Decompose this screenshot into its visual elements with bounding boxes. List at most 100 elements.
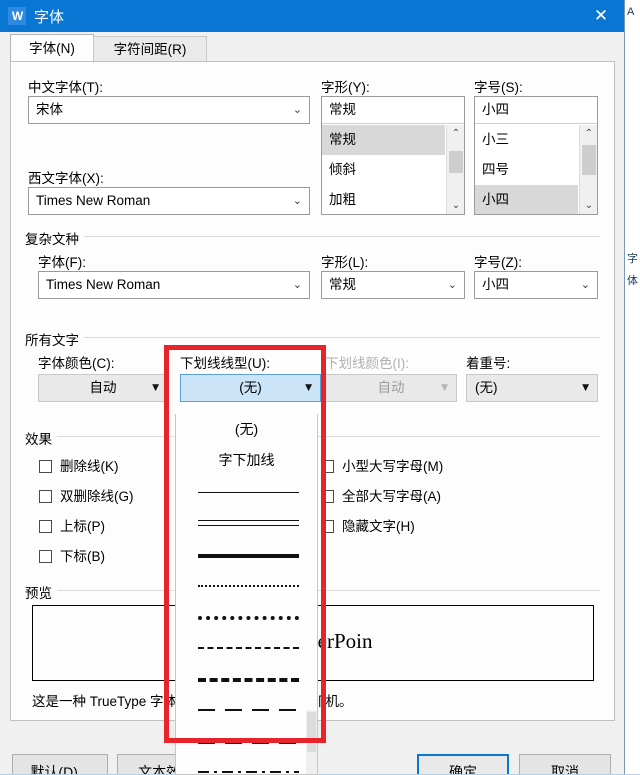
line-sample-thick-icon [198, 553, 299, 558]
complex-font-combo[interactable]: Times New Roman ⌄ [38, 271, 310, 299]
complex-style-value: 常规 [329, 277, 356, 292]
chevron-down-icon: ⌄ [292, 103, 302, 116]
bg-glyph: 字 [627, 253, 638, 265]
emphasis-mark-label: 着重号: [466, 356, 511, 371]
font-style-option[interactable]: 倾斜 [322, 155, 445, 185]
checkbox-hidden-text[interactable]: 隐藏文字(H) [321, 515, 415, 535]
close-icon[interactable]: ✕ [578, 0, 624, 32]
checkbox-icon[interactable] [321, 460, 334, 473]
font-color-value: 自动 [89, 380, 117, 395]
ok-button[interactable]: 确定 [417, 754, 509, 774]
complex-script-group-title: 复杂文种 [25, 228, 84, 248]
checkbox-label: 删除线(K) [60, 459, 119, 474]
underline-option-double[interactable] [176, 507, 317, 538]
checkbox-strikethrough[interactable]: 删除线(K) [39, 455, 119, 475]
font-size-scrollbar[interactable]: ⌃ ⌄ [579, 125, 597, 214]
checkbox-icon[interactable] [39, 520, 52, 533]
underline-option-dash-fine[interactable] [176, 631, 317, 662]
group-divider [25, 337, 600, 338]
font-size-option[interactable]: 小四 [475, 185, 578, 214]
underline-option-single[interactable] [176, 476, 317, 507]
checkbox-icon[interactable] [39, 490, 52, 503]
underline-option-none[interactable]: (无) [176, 414, 317, 445]
all-text-group-title: 所有文字 [25, 329, 84, 349]
font-size-option[interactable]: 四号 [475, 155, 578, 185]
checkbox-icon[interactable] [321, 490, 334, 503]
tab-font[interactable]: 字体(N) [10, 34, 94, 63]
checkbox-icon[interactable] [39, 550, 52, 563]
line-sample-longdash-thick-icon [198, 739, 299, 744]
chevron-down-icon: ⌄ [292, 278, 302, 291]
line-sample-dash-thick-icon [198, 677, 299, 682]
underline-option-dashdot-fine[interactable] [176, 755, 317, 774]
underline-option-dotted-thick[interactable] [176, 600, 317, 631]
tab-strip: 字体(N) 字符间距(R) [0, 32, 624, 63]
checkbox-small-caps[interactable]: 小型大写字母(M) [321, 455, 443, 475]
underline-style-dropdown-list[interactable]: (无) 字下加线 [175, 414, 318, 775]
line-sample-dotted-fine-icon [198, 584, 299, 587]
underline-style-combo[interactable]: (无) ▼ [180, 374, 321, 402]
checkbox-superscript[interactable]: 上标(P) [39, 515, 105, 535]
line-sample-longdash-fine-icon [198, 708, 299, 711]
line-sample-double-icon [198, 519, 299, 526]
font-size-value[interactable]: 小四 [475, 97, 597, 124]
font-size-listbox[interactable]: 小四 小三 四号 小四 ⌃ ⌄ [474, 96, 598, 215]
title-bar: W 字体 ✕ [0, 0, 624, 32]
complex-style-combo[interactable]: 常规 ⌄ [321, 271, 465, 299]
preview-group-title: 预览 [25, 582, 57, 602]
bg-glyph: A [627, 6, 635, 18]
font-style-label: 字形(Y): [321, 80, 370, 95]
scrollbar-thumb[interactable] [582, 145, 596, 175]
underline-option-label: (无) [234, 421, 259, 437]
font-size-option[interactable]: 小三 [475, 125, 578, 155]
scrollbar-thumb[interactable] [307, 712, 316, 752]
checkbox-double-strikethrough[interactable]: 双删除线(G) [39, 485, 134, 505]
scrollbar-thumb[interactable] [449, 151, 463, 173]
checkbox-subscript[interactable]: 下标(B) [39, 545, 105, 565]
font-style-value[interactable]: 常规 [322, 97, 464, 124]
effects-group-title: 效果 [25, 428, 57, 448]
underline-option-longdash-thick[interactable] [176, 724, 317, 755]
font-style-option[interactable]: 常规 [322, 125, 445, 155]
underline-option-words-only[interactable]: 字下加线 [176, 445, 317, 476]
complex-size-value: 小四 [482, 277, 509, 292]
tab-character-spacing-label: 字符间距(R) [113, 42, 187, 57]
line-sample-single-icon [198, 491, 299, 493]
western-font-value: Times New Roman [36, 193, 151, 208]
font-style-scrollbar[interactable]: ⌃ ⌄ [446, 125, 464, 214]
checkbox-icon[interactable] [321, 520, 334, 533]
triangle-down-icon: ▼ [582, 383, 589, 393]
chinese-font-combo[interactable]: 宋体 ⌄ [28, 96, 310, 124]
scroll-up-icon[interactable]: ⌃ [580, 125, 598, 142]
scroll-down-icon[interactable]: ⌄ [580, 197, 598, 214]
background-document-strip: A 字 体 [624, 0, 640, 774]
defaults-button[interactable]: 默认(D)... [12, 754, 108, 774]
underline-color-value: 自动 [377, 380, 405, 395]
underline-option-thick[interactable] [176, 538, 317, 569]
chevron-down-icon: ⌄ [292, 194, 302, 207]
underline-color-combo: 自动 ▼ [325, 374, 457, 402]
underline-option-dotted-fine[interactable] [176, 569, 317, 600]
underline-option-dash-thick[interactable] [176, 662, 317, 693]
font-style-option[interactable]: 加粗 [322, 185, 445, 214]
checkbox-label: 隐藏文字(H) [342, 519, 415, 534]
chevron-down-icon: ⌄ [580, 278, 590, 291]
triangle-down-icon: ▼ [305, 383, 312, 393]
underline-option-longdash-fine[interactable] [176, 693, 317, 724]
complex-font-value: Times New Roman [46, 277, 161, 292]
font-style-listbox[interactable]: 常规 常规 倾斜 加粗 ⌃ ⌄ [321, 96, 465, 215]
underline-dropdown-scrollbar[interactable] [306, 710, 317, 774]
tab-font-label: 字体(N) [29, 41, 75, 56]
line-sample-dashdot-fine-icon [198, 770, 299, 773]
scroll-up-icon[interactable]: ⌃ [447, 125, 465, 142]
cancel-button[interactable]: 取消 [519, 754, 611, 774]
checkbox-all-caps[interactable]: 全部大写字母(A) [321, 485, 441, 505]
checkbox-icon[interactable] [39, 460, 52, 473]
underline-style-value: (无) [239, 380, 262, 395]
font-color-combo[interactable]: 自动 ▼ [38, 374, 168, 402]
emphasis-mark-combo[interactable]: (无) ▼ [466, 374, 598, 402]
complex-size-combo[interactable]: 小四 ⌄ [474, 271, 598, 299]
scroll-down-icon[interactable]: ⌄ [447, 197, 465, 214]
tab-character-spacing[interactable]: 字符间距(R) [93, 36, 207, 63]
western-font-combo[interactable]: Times New Roman ⌄ [28, 187, 310, 215]
